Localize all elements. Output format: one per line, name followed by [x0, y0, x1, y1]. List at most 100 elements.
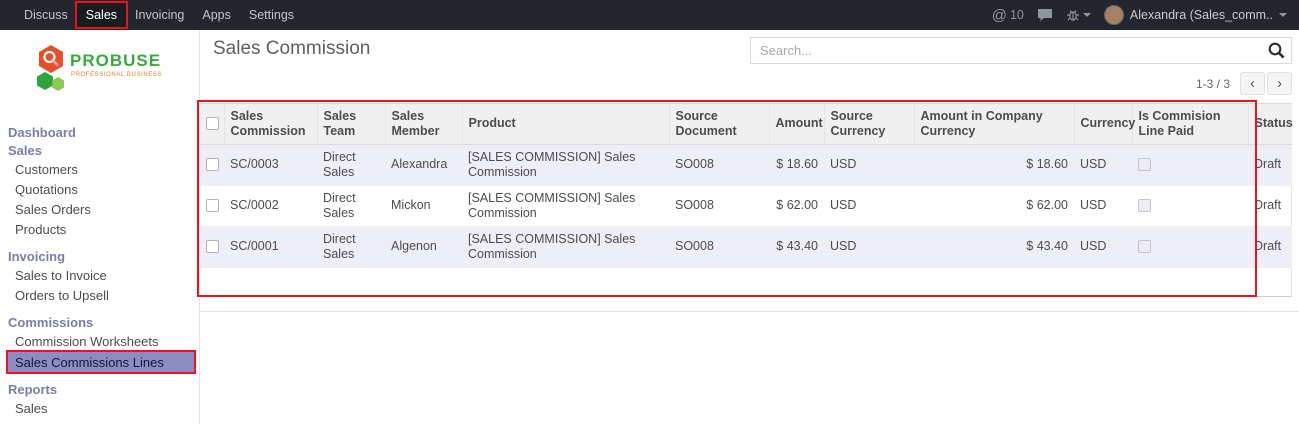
sidebar-section-dashboard[interactable]: Dashboard: [0, 123, 199, 141]
content-divider: [200, 311, 1299, 312]
cell-is-paid: [1132, 144, 1248, 185]
select-all-checkbox[interactable]: [206, 117, 219, 130]
sidebar-section-reports[interactable]: Reports: [0, 380, 199, 398]
col-status[interactable]: Status: [1248, 104, 1292, 144]
cell-sales-member: Mickon: [385, 185, 462, 226]
sidebar-item-sales-orders[interactable]: Sales Orders: [0, 199, 199, 219]
table-row[interactable]: SC/0002 Direct Sales Mickon [SALES COMMI…: [200, 185, 1292, 226]
cell-sales-team: Direct Sales: [317, 185, 385, 226]
row-select-checkbox[interactable]: [206, 199, 219, 212]
search-input[interactable]: [750, 37, 1292, 64]
cell-status: Draft: [1248, 226, 1292, 267]
cell-sales-commission: SC/0002: [224, 185, 317, 226]
sidebar-section-invoicing[interactable]: Invoicing: [0, 247, 199, 265]
probuse-logo: PROBUSE PROFESSIONAL BUSINESS: [34, 44, 199, 99]
cell-product: [SALES COMMISSION] Sales Commission: [462, 185, 669, 226]
chevron-down-icon: [1083, 13, 1091, 17]
col-amount-company-currency[interactable]: Amount in Company Currency: [914, 104, 1074, 144]
cell-sales-member: Algenon: [385, 226, 462, 267]
chevron-down-icon: [1279, 13, 1287, 17]
col-sales-member[interactable]: Sales Member: [385, 104, 462, 144]
cell-sales-member: Alexandra: [385, 144, 462, 185]
is-paid-checkbox: [1138, 199, 1151, 212]
sidebar-item-quotations[interactable]: Quotations: [0, 179, 199, 199]
col-is-commission-line-paid[interactable]: Is Commision Line Paid: [1132, 104, 1248, 144]
cell-currency: USD: [1074, 185, 1132, 226]
pager-prev-button[interactable]: ‹: [1240, 72, 1265, 95]
cell-sales-team: Direct Sales: [317, 226, 385, 267]
sidebar-section-sales[interactable]: Sales: [0, 141, 199, 159]
col-sales-commission[interactable]: Sales Commission: [224, 104, 317, 144]
logo-subtitle: PROFESSIONAL BUSINESS: [71, 72, 162, 78]
cell-source-currency: USD: [824, 226, 914, 267]
menu-apps[interactable]: Apps: [193, 3, 240, 27]
page-title: Sales Commission: [213, 38, 370, 60]
menu-settings[interactable]: Settings: [240, 3, 303, 27]
cell-source-document: SO008: [669, 226, 769, 267]
cell-amount-company-currency: $ 62.00: [914, 185, 1074, 226]
cell-amount-company-currency: $ 18.60: [914, 144, 1074, 185]
mention-counter[interactable]: @ 10: [992, 8, 1024, 23]
row-select-cell: [200, 226, 224, 267]
table-row[interactable]: SC/0001 Direct Sales Algenon [SALES COMM…: [200, 226, 1292, 267]
sidebar-item-sales[interactable]: Sales: [0, 398, 199, 418]
cell-sales-commission: SC/0003: [224, 144, 317, 185]
pager: 1-3 / 3 ‹ ›: [1196, 72, 1292, 95]
cell-source-currency: USD: [824, 144, 914, 185]
col-source-currency[interactable]: Source Currency: [824, 104, 914, 144]
table-row[interactable]: SC/0003 Direct Sales Alexandra [SALES CO…: [200, 144, 1292, 185]
mention-icon: @: [992, 8, 1007, 23]
col-sales-team[interactable]: Sales Team: [317, 104, 385, 144]
cell-is-paid: [1132, 185, 1248, 226]
search-bar: [750, 37, 1292, 64]
row-select-checkbox[interactable]: [206, 240, 219, 253]
table-header-row: Sales Commission Sales Team Sales Member…: [200, 104, 1292, 144]
debug-menu-button[interactable]: [1066, 8, 1091, 22]
cell-source-document: SO008: [669, 185, 769, 226]
cell-source-currency: USD: [824, 185, 914, 226]
mention-count: 10: [1010, 8, 1024, 22]
col-product[interactable]: Product: [462, 104, 669, 144]
sidebar-item-customers[interactable]: Customers: [0, 159, 199, 179]
cell-product: [SALES COMMISSION] Sales Commission: [462, 226, 669, 267]
sidebar-item-commission-worksheets[interactable]: Commission Worksheets: [0, 331, 199, 351]
cell-is-paid: [1132, 226, 1248, 267]
sidebar: PROBUSE PROFESSIONAL BUSINESS DashboardS…: [0, 30, 200, 424]
commission-lines-table: Sales Commission Sales Team Sales Member…: [200, 103, 1292, 297]
menu-discuss[interactable]: Discuss: [15, 3, 77, 27]
is-paid-checkbox: [1138, 158, 1151, 171]
search-icon[interactable]: [1267, 41, 1286, 65]
cell-currency: USD: [1074, 144, 1132, 185]
menu-sales[interactable]: Sales: [77, 3, 126, 27]
table-body: SC/0003 Direct Sales Alexandra [SALES CO…: [200, 144, 1292, 267]
topbar: Discuss Sales Invoicing Apps Settings @ …: [0, 0, 1299, 30]
cell-status: Draft: [1248, 144, 1292, 185]
topbar-right: @ 10 Alexandra (Sales_comm..: [992, 0, 1299, 30]
sidebar-item-sales-commissions-lines[interactable]: Sales Commissions Lines: [8, 352, 194, 372]
col-currency[interactable]: Currency: [1074, 104, 1132, 144]
sidebar-item-products[interactable]: Products: [0, 219, 199, 239]
user-name: Alexandra (Sales_comm..: [1130, 8, 1273, 22]
sidebar-section-commissions[interactable]: Commissions: [0, 313, 199, 331]
sidebar-nav: DashboardSalesCustomersQuotationsSales O…: [0, 115, 199, 418]
row-select-checkbox[interactable]: [206, 158, 219, 171]
cell-currency: USD: [1074, 226, 1132, 267]
sidebar-item-orders-to-upsell[interactable]: Orders to Upsell: [0, 285, 199, 305]
col-amount[interactable]: Amount: [769, 104, 824, 144]
logo-title: PROBUSE: [70, 51, 161, 70]
messages-button[interactable]: [1037, 8, 1053, 22]
row-select-cell: [200, 144, 224, 185]
cell-amount: $ 43.40: [769, 226, 824, 267]
pager-next-button[interactable]: ›: [1267, 72, 1292, 95]
menu-invoicing[interactable]: Invoicing: [126, 3, 193, 27]
user-menu[interactable]: Alexandra (Sales_comm..: [1104, 5, 1287, 25]
col-select-all: [200, 104, 224, 144]
col-source-document[interactable]: Source Document: [669, 104, 769, 144]
sidebar-item-sales-to-invoice[interactable]: Sales to Invoice: [0, 265, 199, 285]
cell-product: [SALES COMMISSION] Sales Commission: [462, 144, 669, 185]
cell-amount: $ 18.60: [769, 144, 824, 185]
chat-bubble-icon: [1037, 8, 1053, 22]
app-window: Discuss Sales Invoicing Apps Settings @ …: [0, 0, 1299, 424]
is-paid-checkbox: [1138, 240, 1151, 253]
topbar-menu: Discuss Sales Invoicing Apps Settings: [0, 0, 303, 30]
